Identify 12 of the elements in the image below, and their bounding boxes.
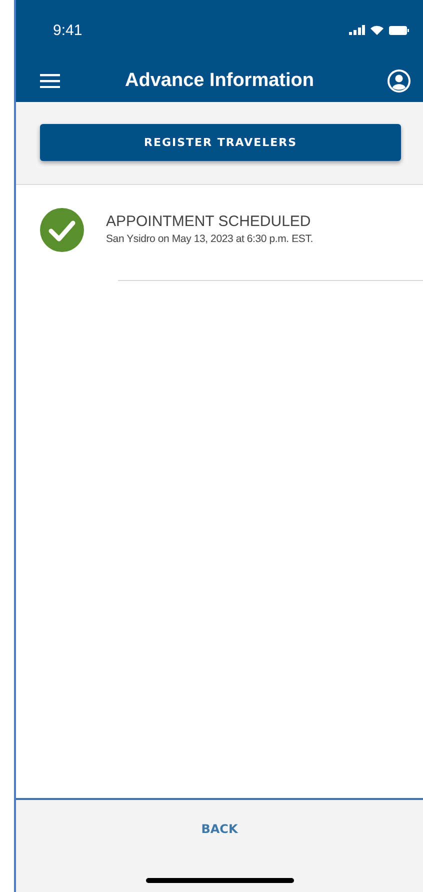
notice-detail: San Ysidro on May 13, 2023 at 6:30 p.m. EST.: [106, 233, 313, 245]
notice-title: APPOINTMENT SCHEDULED: [106, 213, 312, 230]
battery-icon: [389, 26, 409, 34]
check-circle-icon: [40, 208, 84, 252]
menu-icon[interactable]: [40, 74, 60, 88]
status-time: 9:41: [53, 22, 82, 38]
signal-icon: [349, 25, 365, 35]
wifi-icon: [370, 25, 384, 35]
profile-icon[interactable]: [386, 69, 411, 93]
register-travelers-button[interactable]: REGISTER TRAVELERS: [40, 124, 401, 161]
back-button[interactable]: BACK: [191, 818, 248, 840]
screen-title: Advance Information: [125, 70, 314, 92]
